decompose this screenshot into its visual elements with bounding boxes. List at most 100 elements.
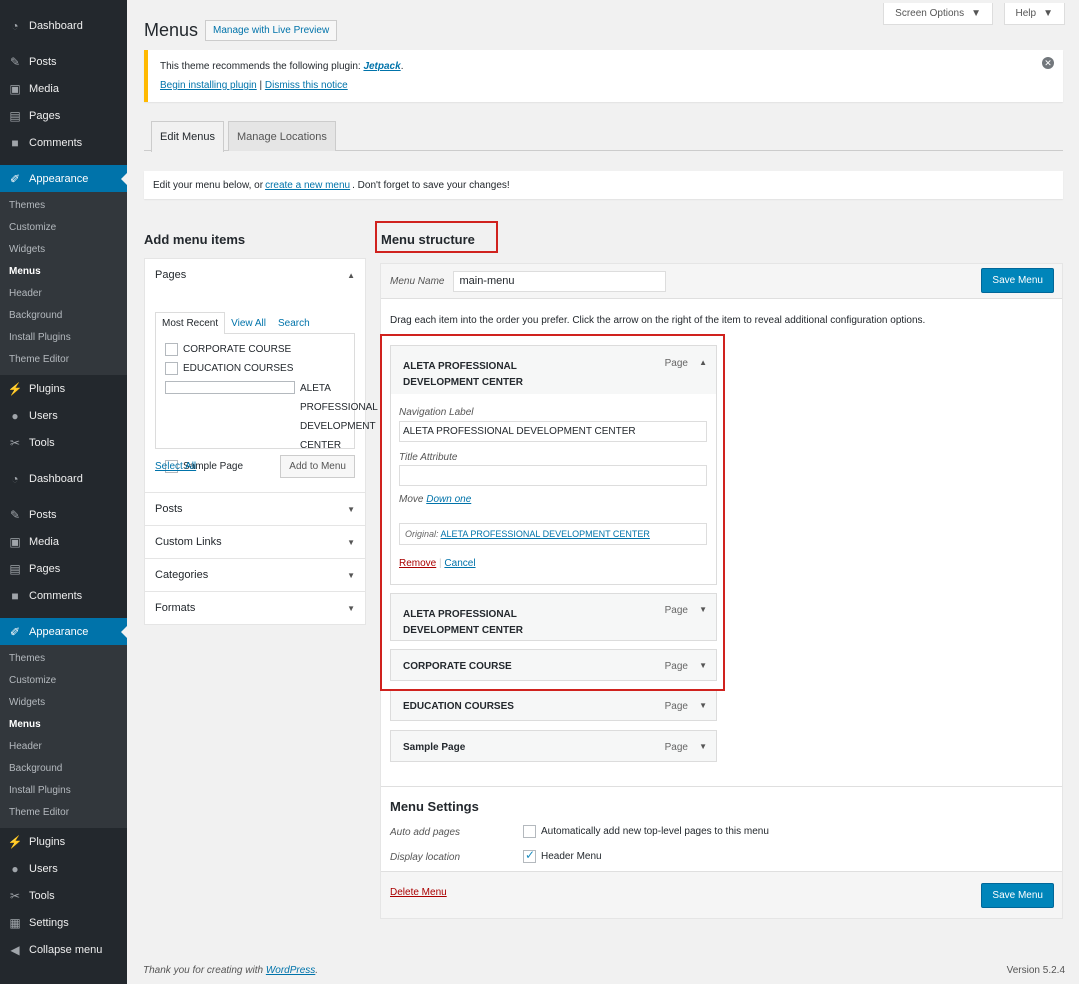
collapse-icon: ◀ <box>10 942 20 957</box>
sidebar-item-plugins[interactable]: ⚡ Plugins <box>0 375 127 402</box>
tab-view-all[interactable]: View All <box>225 312 272 334</box>
list-item[interactable]: CORPORATE COURSE <box>165 343 345 357</box>
accordion-custom-links[interactable]: Custom Links ▼ <box>144 525 366 559</box>
help-button[interactable]: Help ▼ <box>1003 3 1065 25</box>
submenu-widgets[interactable]: Widgets <box>0 692 127 714</box>
sidebar-item-posts[interactable]: ✎ Posts <box>0 48 127 75</box>
accordion-formats[interactable]: Formats ▼ <box>144 591 366 625</box>
sidebar-item-plugins-2[interactable]: ⚡ Plugins <box>0 828 127 855</box>
menu-settings: Menu Settings Auto add pages Automatical… <box>381 786 1062 871</box>
pin-icon: ✎ <box>9 507 21 522</box>
sidebar-item-users-2[interactable]: ● Users <box>0 855 127 882</box>
tab-manage-locations[interactable]: Manage Locations <box>228 121 336 151</box>
caret-down-icon[interactable]: ▼ <box>699 701 707 710</box>
checkbox[interactable] <box>165 362 178 375</box>
submenu-menus[interactable]: Menus <box>0 714 127 736</box>
caret-down-icon[interactable]: ▼ <box>699 742 707 751</box>
caret-down-icon: ▼ <box>971 8 981 19</box>
tab-edit-menus[interactable]: Edit Menus <box>151 121 225 152</box>
create-menu-link[interactable]: create a new menu <box>265 180 350 191</box>
menu-item[interactable]: Sample Page Page ▼ <box>390 730 717 762</box>
submenu-customize[interactable]: Customize <box>0 217 127 239</box>
sidebar-item-comments-2[interactable]: ■ Comments <box>0 582 127 609</box>
sidebar-item-media-2[interactable]: ▣ Media <box>0 528 127 555</box>
checkbox[interactable] <box>523 825 536 838</box>
sidebar-item-tools-2[interactable]: ✂ Tools <box>0 882 127 909</box>
checkbox-checked[interactable]: ✓ <box>523 848 536 863</box>
save-menu-button-bottom[interactable]: Save Menu <box>981 883 1054 908</box>
submenu-install-plugins[interactable]: Install Plugins <box>0 780 127 802</box>
close-icon[interactable]: ✕ <box>1042 57 1054 69</box>
checkbox[interactable] <box>165 381 295 394</box>
menu-name-bar: Menu Name main-menu Save Menu <box>381 264 1062 299</box>
submenu-background[interactable]: Background <box>0 758 127 780</box>
add-to-menu-button[interactable]: Add to Menu <box>280 455 355 478</box>
jetpack-link[interactable]: Jetpack <box>363 61 400 72</box>
submenu-themes[interactable]: Themes <box>0 648 127 670</box>
checkbox[interactable] <box>165 343 178 356</box>
tab-most-recent[interactable]: Most Recent <box>155 312 226 334</box>
brush-icon: ✐ <box>9 624 21 639</box>
caret-down-icon: ▼ <box>347 537 355 547</box>
caret-up-icon: ▲ <box>347 270 355 280</box>
save-menu-button[interactable]: Save Menu <box>981 268 1054 293</box>
screen-options-button[interactable]: Screen Options ▼ <box>883 3 993 25</box>
delete-menu-link[interactable]: Delete Menu <box>390 887 447 898</box>
submenu-install-plugins[interactable]: Install Plugins <box>0 327 127 349</box>
accordion-posts[interactable]: Posts ▼ <box>144 492 366 526</box>
media-icon: ▣ <box>9 81 21 96</box>
sidebar-item-pages[interactable]: ▤ Pages <box>0 102 127 129</box>
checkmark-icon: ✓ <box>525 848 536 862</box>
dashboard-icon: ◔ <box>11 18 19 33</box>
sidebar-item-tools[interactable]: ✂ Tools <box>0 429 127 456</box>
accordion-pages[interactable]: Pages ▲ <box>144 258 366 292</box>
accordion-categories[interactable]: Categories ▼ <box>144 558 366 592</box>
sidebar-item-pages-2[interactable]: ▤ Pages <box>0 555 127 582</box>
dismiss-notice-link[interactable]: Dismiss this notice <box>265 80 348 91</box>
begin-install-link[interactable]: Begin installing plugin <box>160 80 257 91</box>
sidebar-item-comments[interactable]: ■ Comments <box>0 129 127 156</box>
sidebar-item-appearance[interactable]: ✐ Appearance <box>0 165 127 192</box>
caret-down-icon: ▼ <box>347 504 355 514</box>
nav-tabs: Edit Menus Manage Locations <box>144 121 1063 152</box>
appearance-submenu: Themes Customize Widgets Menus Header Ba… <box>0 192 127 375</box>
menu-footer-bar: Delete Menu Save Menu <box>381 871 1062 918</box>
media-icon: ▣ <box>9 534 21 549</box>
sidebar-item-media[interactable]: ▣ Media <box>0 75 127 102</box>
live-preview-button[interactable]: Manage with Live Preview <box>205 20 338 41</box>
submenu-theme-editor[interactable]: Theme Editor <box>0 802 127 824</box>
dashboard-icon: ◔ <box>11 471 19 486</box>
list-item[interactable]: ALETA PROFESSIONAL DEVELOPMENT CENTER <box>165 381 377 455</box>
sidebar-item-appearance-2[interactable]: ✐ Appearance <box>0 618 127 645</box>
submenu-theme-editor[interactable]: Theme Editor <box>0 349 127 371</box>
sidebar-item-settings[interactable]: ▦ Settings <box>0 909 127 936</box>
sidebar-item-dashboard[interactable]: ◔ Dashboard <box>0 12 127 39</box>
tab-search[interactable]: Search <box>272 312 316 334</box>
submenu-themes[interactable]: Themes <box>0 195 127 217</box>
plug-icon: ⚡ <box>7 381 23 396</box>
submenu-widgets[interactable]: Widgets <box>0 239 127 261</box>
submenu-header[interactable]: Header <box>0 736 127 758</box>
brush-icon: ✐ <box>9 171 21 186</box>
submenu-header[interactable]: Header <box>0 283 127 305</box>
pages-icon: ▤ <box>9 561 21 576</box>
pin-icon: ✎ <box>9 54 21 69</box>
sidebar-item-users[interactable]: ● Users <box>0 402 127 429</box>
collapse-menu[interactable]: ◀ Collapse menu <box>0 936 127 963</box>
sidebar-item-posts-2[interactable]: ✎ Posts <box>0 501 127 528</box>
sidebar-item-dashboard-2[interactable]: ◔ Dashboard <box>0 465 127 492</box>
page-checklist: CORPORATE COURSE EDUCATION COURSES ALETA… <box>155 333 377 473</box>
select-all-link[interactable]: Select All <box>155 461 196 472</box>
submenu-background[interactable]: Background <box>0 305 127 327</box>
auto-add-pages-option[interactable]: Automatically add new top-level pages to… <box>523 825 769 838</box>
submenu-customize[interactable]: Customize <box>0 670 127 692</box>
wordpress-link[interactable]: WordPress <box>266 965 315 976</box>
caret-down-icon: ▼ <box>347 570 355 580</box>
comment-icon: ■ <box>11 135 19 150</box>
page-title: Menus <box>144 20 199 40</box>
list-item[interactable]: EDUCATION COURSES <box>165 362 345 376</box>
menu-item[interactable]: EDUCATION COURSES Page ▼ <box>390 689 717 721</box>
submenu-menus[interactable]: Menus <box>0 261 127 283</box>
header-menu-option[interactable]: ✓ Header Menu <box>523 848 602 863</box>
menu-name-input[interactable]: main-menu <box>453 270 667 292</box>
